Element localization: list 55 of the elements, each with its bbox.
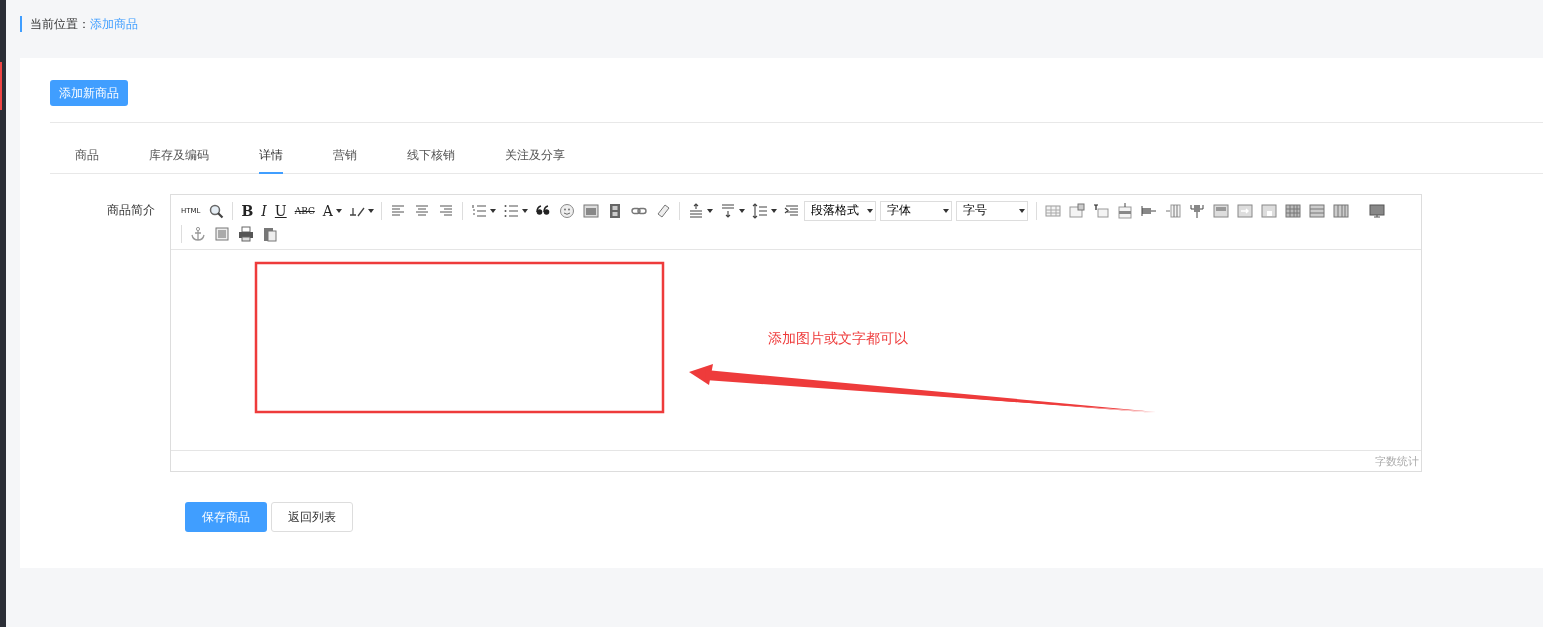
caret-icon[interactable] <box>521 208 528 213</box>
tab[interactable]: 关注及分享 <box>505 141 565 174</box>
caret-icon[interactable] <box>489 208 496 213</box>
field-label: 商品简介 <box>106 202 156 219</box>
editor-area[interactable]: 添加图片或文字都可以 <box>171 250 1421 450</box>
tab[interactable]: 商品 <box>75 141 99 174</box>
bold-button[interactable]: B <box>241 202 254 219</box>
indent-icon[interactable] <box>783 202 800 219</box>
back-button[interactable]: 返回列表 <box>271 502 353 532</box>
breadcrumb-label: 当前位置： <box>30 15 90 33</box>
font-color-button[interactable]: A <box>322 202 333 219</box>
picture-frame-icon[interactable] <box>214 225 230 242</box>
caret-icon[interactable] <box>770 208 777 213</box>
table-col-left-icon[interactable] <box>1164 202 1181 219</box>
tab[interactable]: 详情 <box>259 141 283 174</box>
strikethrough-button[interactable]: ABC <box>294 205 315 216</box>
dropdown-field[interactable]: 字号 <box>955 200 1028 221</box>
image-icon[interactable] <box>582 202 599 219</box>
word-count-label: 字数统计 <box>1375 453 1420 469</box>
dropdown-field[interactable]: 字体 <box>879 200 952 221</box>
monitor-icon[interactable] <box>1368 202 1385 219</box>
caret-icon <box>1018 208 1025 213</box>
tab[interactable]: 营销 <box>333 141 357 174</box>
underline-button[interactable]: U <box>274 202 287 219</box>
dropdown-field[interactable]: 段落格式 <box>803 200 876 221</box>
anchor-icon[interactable] <box>190 225 206 242</box>
caret-icon[interactable] <box>706 208 713 213</box>
preview-icon[interactable] <box>208 202 225 219</box>
italic-button[interactable]: I <box>261 202 267 219</box>
align-left-icon[interactable] <box>389 202 406 219</box>
caret-icon[interactable] <box>335 208 342 213</box>
caret-icon <box>866 208 873 213</box>
smiley-icon[interactable] <box>558 202 575 219</box>
caret-icon[interactable] <box>738 208 745 213</box>
table-grid-icon[interactable] <box>1284 202 1301 219</box>
table-title-icon[interactable] <box>1092 202 1109 219</box>
table-icon[interactable] <box>1044 202 1061 219</box>
annotation-text: 添加图片或文字都可以 <box>768 330 908 348</box>
table-rows-icon[interactable] <box>1308 202 1325 219</box>
align-center-icon[interactable] <box>413 202 430 219</box>
table-merge-icon[interactable] <box>1212 202 1229 219</box>
line-height-icon[interactable] <box>751 202 768 219</box>
table-cols-icon[interactable] <box>1332 202 1349 219</box>
printer-icon[interactable] <box>238 225 254 242</box>
table-merge-down-icon[interactable] <box>1260 202 1277 219</box>
table-merge-right-icon[interactable] <box>1236 202 1253 219</box>
table-insert-row-icon[interactable] <box>1116 202 1133 219</box>
caret-icon <box>942 208 949 213</box>
tab[interactable]: 线下核销 <box>407 141 455 174</box>
clipboard-icon[interactable] <box>262 225 278 242</box>
table-delete-icon[interactable] <box>1068 202 1085 219</box>
tab[interactable]: 库存及编码 <box>149 141 209 174</box>
caret-icon[interactable] <box>367 208 374 213</box>
table-split-icon[interactable] <box>1188 202 1205 219</box>
align-right-icon[interactable] <box>437 202 454 219</box>
